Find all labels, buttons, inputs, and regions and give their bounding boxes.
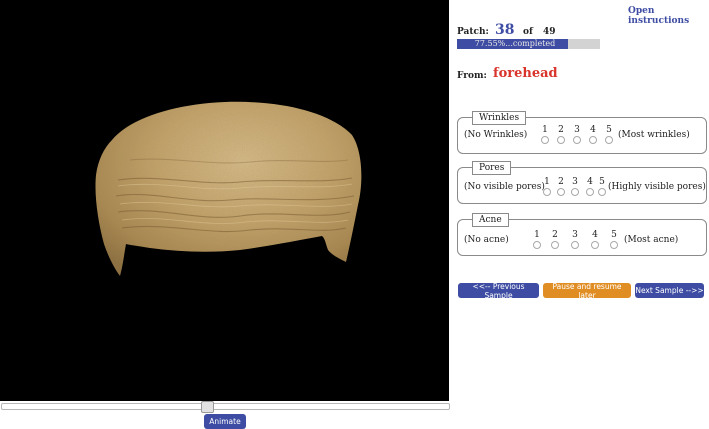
open-instructions-link[interactable]: Open instructions (628, 6, 709, 26)
progress-text: 77.55%...completed (474, 39, 556, 48)
wrinkles-radio-2[interactable] (557, 136, 565, 144)
pores-radio-4[interactable] (586, 188, 594, 196)
acne-radio-4[interactable] (591, 241, 599, 249)
pores-question: Pores (No visible pores) 1 2 3 4 5 (High… (457, 161, 707, 204)
pores-option-2-label: 2 (558, 177, 564, 187)
animation-slider-track[interactable] (1, 403, 450, 410)
acne-question: Acne (No acne) 1 2 3 4 5 (Most acne) (457, 213, 707, 256)
wrinkles-option-2-label: 2 (558, 125, 564, 135)
wrinkles-left-label: (No Wrinkles) (464, 130, 528, 140)
wrinkles-option-1-label: 1 (542, 125, 548, 135)
acne-option-5-label: 5 (611, 230, 617, 240)
wrinkles-question: Wrinkles (No Wrinkles) 1 2 3 4 5 (Most w… (457, 111, 707, 154)
pores-left-label: (No visible pores) (464, 182, 545, 192)
pores-option-1-label: 1 (544, 177, 550, 187)
acne-radio-3[interactable] (571, 241, 579, 249)
wrinkles-radio-3[interactable] (573, 136, 581, 144)
pores-option-4-label: 4 (587, 177, 593, 187)
acne-left-label: (No acne) (464, 235, 509, 245)
3d-viewer[interactable] (0, 0, 449, 401)
acne-right-label: (Most acne) (624, 235, 679, 245)
pores-radio-5[interactable] (598, 188, 606, 196)
acne-radio-5[interactable] (610, 241, 618, 249)
progress-bar: 77.55%...completed (457, 39, 600, 49)
wrinkles-option-4-label: 4 (590, 125, 596, 135)
wrinkles-radio-1[interactable] (541, 136, 549, 144)
wrinkles-right-label: (Most wrinkles) (618, 130, 690, 140)
wrinkles-legend: Wrinkles (472, 111, 527, 125)
from-value: forehead (493, 66, 558, 81)
acne-option-3-label: 3 (572, 230, 578, 240)
wrinkles-radio-4[interactable] (589, 136, 597, 144)
forehead-skin-mesh-icon (95, 101, 362, 276)
pores-legend: Pores (472, 161, 512, 175)
patch-label: Patch: (457, 27, 489, 37)
wrinkles-option-3-label: 3 (574, 125, 580, 135)
animate-button[interactable]: Animate (204, 414, 246, 429)
acne-option-2-label: 2 (552, 230, 558, 240)
acne-option-4-label: 4 (592, 230, 598, 240)
acne-radio-2[interactable] (551, 241, 559, 249)
pores-option-3-label: 3 (572, 177, 578, 187)
next-sample-button[interactable]: Next Sample -->> (635, 283, 704, 298)
patch-of-label: of (523, 27, 533, 37)
animation-slider-handle[interactable] (200, 401, 214, 413)
wrinkles-radio-5[interactable] (605, 136, 613, 144)
pores-right-label: (Highly visible pores) (608, 182, 706, 192)
pores-radio-2[interactable] (557, 188, 565, 196)
previous-sample-button[interactable]: <<-- Previous Sample (458, 282, 539, 300)
patch-current-number: 38 (495, 22, 515, 38)
from-label: From: (457, 71, 487, 81)
pores-radio-3[interactable] (571, 188, 579, 196)
acne-legend: Acne (472, 213, 509, 227)
acne-option-1-label: 1 (534, 230, 540, 240)
wrinkles-option-5-label: 5 (606, 125, 612, 135)
pause-resume-button[interactable]: Pause and resume later (543, 282, 631, 300)
pores-radio-1[interactable] (543, 188, 551, 196)
patch-total-number: 49 (543, 27, 556, 37)
acne-radio-1[interactable] (533, 241, 541, 249)
pores-option-5-label: 5 (599, 177, 605, 187)
